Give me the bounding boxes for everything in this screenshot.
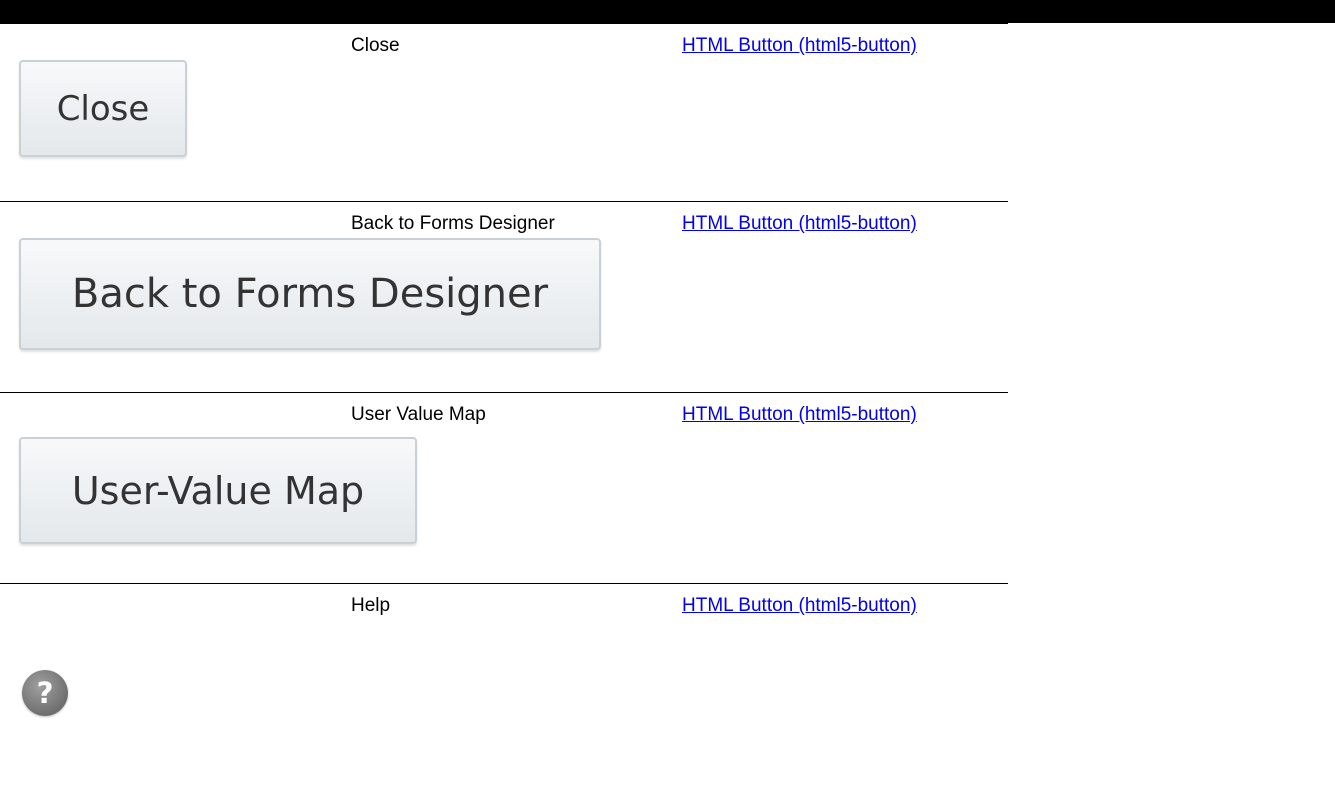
row-divider <box>0 201 1008 202</box>
control-type-link[interactable]: HTML Button (html5-button) <box>682 594 917 618</box>
control-name: Back to Forms Designer <box>351 213 555 234</box>
user-value-map-button[interactable]: User-Value Map <box>19 437 417 544</box>
table-row: Back to Forms Designer Back to Forms Des… <box>0 201 1008 391</box>
back-to-forms-designer-button[interactable]: Back to Forms Designer <box>19 238 601 350</box>
control-type-link[interactable]: HTML Button (html5-button) <box>682 34 917 58</box>
close-button[interactable]: Close <box>19 60 187 157</box>
row-divider <box>0 583 1008 584</box>
row-divider <box>0 392 1008 393</box>
control-name: Close <box>351 35 400 56</box>
help-question-icon[interactable]: ? <box>22 670 68 716</box>
row-divider <box>0 23 1008 24</box>
control-type-link[interactable]: HTML Button (html5-button) <box>682 403 917 427</box>
table-row: ? Help HTML Button (html5-button) <box>0 583 1008 773</box>
table-row: Close Close HTML Button (html5-button) <box>0 23 1008 213</box>
control-type-link[interactable]: HTML Button (html5-button) <box>682 212 917 236</box>
top-bar <box>0 0 1335 23</box>
table-row: User-Value Map User Value Map HTML Butto… <box>0 392 1008 582</box>
control-name: Help <box>351 595 391 616</box>
control-name: User Value Map <box>351 404 486 425</box>
